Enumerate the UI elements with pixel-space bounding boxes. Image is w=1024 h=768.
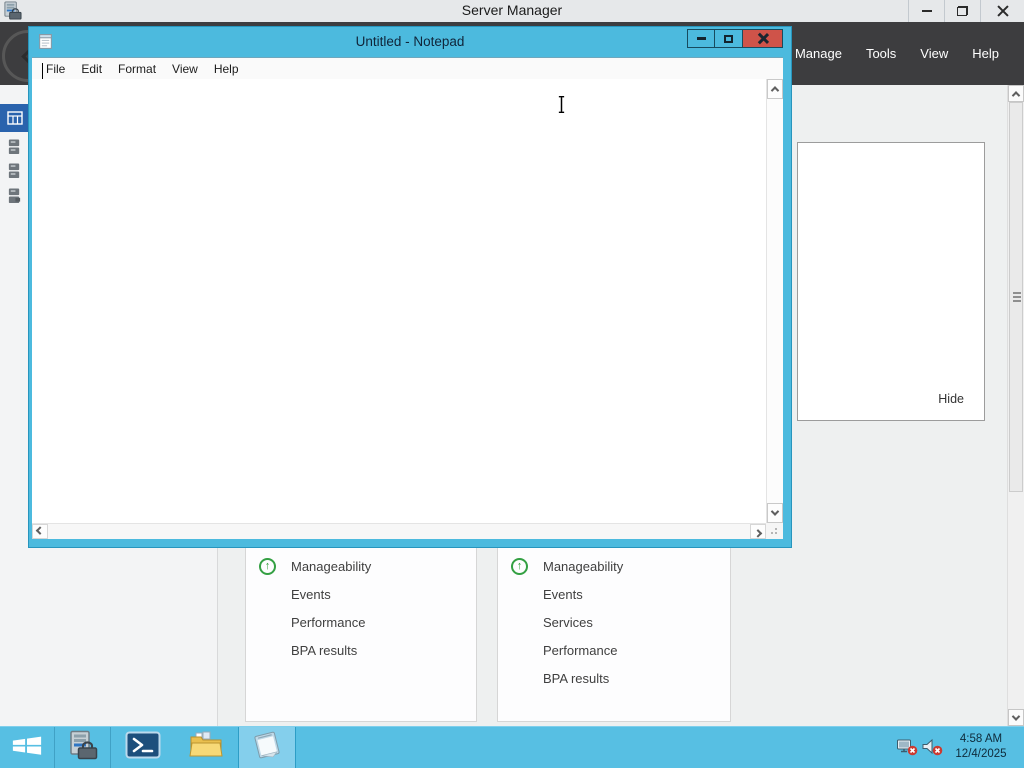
hide-button[interactable]: Hide — [938, 392, 964, 406]
start-button[interactable] — [0, 727, 54, 768]
server-manager-icon — [68, 730, 98, 765]
scroll-up-button[interactable] — [767, 79, 783, 99]
menu-file[interactable]: File — [38, 62, 73, 76]
tile-row-bpa-results[interactable]: BPA results — [498, 664, 730, 692]
tile-row-manageability[interactable]: Manageability — [498, 552, 730, 580]
tile-row-label: Events — [543, 586, 583, 602]
notepad-text-area[interactable] — [32, 79, 766, 523]
tile-row-events[interactable]: Events — [498, 580, 730, 608]
window-title: Server Manager — [461, 2, 563, 18]
notepad-client-area: File Edit Format View Help — [32, 57, 783, 539]
file-explorer-taskbar-button[interactable] — [174, 727, 238, 768]
tile-row-performance[interactable]: Performance — [498, 636, 730, 664]
up-arrow-status-icon — [259, 557, 276, 575]
taskbar: 4:58 AM 12/4/2025 — [0, 726, 1024, 768]
scrollbar-thumb[interactable] — [1009, 102, 1023, 492]
notepad-menubar: File Edit Format View Help — [32, 58, 783, 79]
tile-row-bpa-results[interactable]: BPA results — [246, 636, 476, 664]
menu-tools[interactable]: Tools — [866, 46, 896, 61]
scroll-down-button[interactable] — [767, 503, 783, 523]
file-explorer-icon — [189, 731, 223, 764]
notepad-window: Untitled - Notepad File Edit Format View… — [28, 26, 792, 548]
menu-help[interactable]: Help — [206, 62, 247, 76]
tile-row-label: Manageability — [291, 558, 372, 574]
tile-row-manageability[interactable]: Manageability — [246, 552, 476, 580]
maximize-button[interactable] — [715, 29, 743, 48]
scroll-down-icon — [770, 507, 780, 516]
text-caret — [42, 63, 43, 79]
scroll-right-button[interactable] — [750, 524, 766, 539]
tile-row-label: Events — [291, 586, 331, 602]
up-arrow-status-icon — [511, 557, 528, 575]
close-icon — [757, 33, 768, 44]
menu-view[interactable]: View — [920, 46, 948, 61]
server-manager-scrollbar[interactable] — [1007, 85, 1024, 726]
menu-view[interactable]: View — [164, 62, 206, 76]
scroll-up-icon — [770, 86, 780, 95]
scroll-right-icon — [753, 528, 763, 538]
sidebar-item-all-servers[interactable] — [7, 162, 23, 181]
minimize-icon — [921, 10, 932, 12]
notepad-vertical-scrollbar[interactable] — [766, 79, 783, 523]
tile-row-performance[interactable]: Performance — [246, 608, 476, 636]
clock-time: 4:58 AM — [959, 733, 1003, 745]
tile-row-label: BPA results — [543, 670, 610, 686]
scroll-left-button[interactable] — [32, 524, 48, 539]
minimize-button[interactable] — [687, 29, 715, 48]
maximize-icon — [724, 34, 733, 43]
close-icon — [997, 5, 1009, 17]
tile-row-services[interactable]: Services — [498, 608, 730, 636]
menu-manage[interactable]: Manage — [795, 46, 842, 61]
notepad-taskbar-button[interactable] — [238, 727, 296, 768]
tile-row-label: Manageability — [543, 558, 624, 574]
tile-row-label: Services — [543, 614, 593, 630]
scroll-up-icon — [1011, 90, 1021, 100]
resize-grip[interactable] — [766, 523, 783, 539]
minimize-icon — [696, 37, 706, 40]
scroll-down-icon — [1011, 711, 1021, 721]
scroll-down-button[interactable] — [1008, 709, 1024, 726]
close-button[interactable] — [980, 0, 1024, 22]
notepad-horizontal-scrollbar[interactable] — [32, 523, 766, 539]
desktop: Server Manager Manage Tools View Help ↑ … — [0, 0, 1024, 768]
network-disconnected-icon[interactable] — [896, 738, 918, 756]
tile-row-events[interactable]: Events — [246, 580, 476, 608]
restore-icon — [957, 6, 968, 16]
close-button[interactable] — [743, 29, 783, 48]
notepad-icon — [251, 730, 283, 765]
scrollbar-grip-icon — [1013, 292, 1021, 304]
tile-row-label: Performance — [543, 642, 618, 658]
restore-button[interactable] — [944, 0, 980, 22]
menu-edit[interactable]: Edit — [73, 62, 110, 76]
powershell-icon — [125, 730, 161, 765]
window-title: Untitled - Notepad — [355, 34, 465, 49]
clock-date: 12/4/2025 — [955, 748, 1007, 760]
server-manager-titlebar: Server Manager — [0, 0, 1024, 22]
sidebar-item-local-server[interactable] — [7, 138, 23, 157]
menu-format[interactable]: Format — [110, 62, 164, 76]
minimize-button[interactable] — [908, 0, 944, 22]
powershell-taskbar-button[interactable] — [111, 727, 174, 768]
clock[interactable]: 4:58 AM 12/4/2025 — [944, 732, 1018, 762]
dashboard-grid-icon — [7, 111, 23, 130]
scroll-left-icon — [35, 525, 45, 535]
flyout-panel: Hide — [797, 142, 985, 421]
scroll-up-button[interactable] — [1008, 85, 1024, 102]
menu-help[interactable]: Help — [972, 46, 999, 61]
sidebar-item-file-storage-services[interactable] — [7, 187, 23, 206]
start-icon — [11, 734, 43, 762]
tile-row-label: Performance — [291, 614, 366, 630]
notepad-titlebar: Untitled - Notepad — [29, 27, 791, 57]
server-manager-taskbar-button[interactable] — [55, 727, 110, 768]
tile-row-label: BPA results — [291, 642, 358, 658]
i-beam-cursor-icon — [556, 95, 567, 119]
volume-muted-icon[interactable] — [921, 738, 943, 756]
